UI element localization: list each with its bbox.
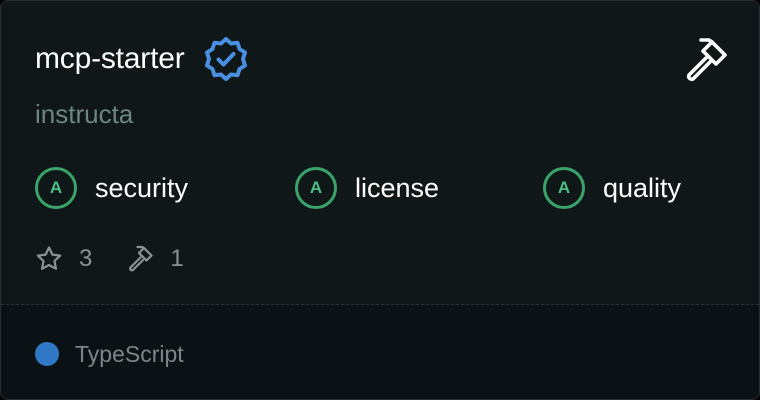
grade-badge: A <box>543 167 585 209</box>
hammer-icon <box>681 37 729 85</box>
verified-badge-icon <box>203 36 249 82</box>
grade-quality: A quality <box>543 164 681 212</box>
language-color-dot <box>35 342 59 366</box>
grade-label: quality <box>603 172 682 203</box>
stats-row: 3 1 <box>35 241 218 277</box>
stars-stat: 3 <box>35 245 92 273</box>
grade-badge: A <box>35 167 77 209</box>
card-footer: TypeScript <box>1 305 759 399</box>
stars-count: 3 <box>79 245 93 272</box>
grades-row: A security A license A quality <box>35 164 735 212</box>
language-name: TypeScript <box>75 340 184 367</box>
star-icon <box>36 246 62 270</box>
grade-label: security <box>95 172 189 203</box>
grade-license: A license <box>295 164 439 212</box>
tools-count: 1 <box>170 245 184 272</box>
server-card[interactable]: mcp-starter instructa A security A licen… <box>0 0 760 400</box>
language: TypeScript <box>35 339 184 369</box>
server-title[interactable]: mcp-starter <box>35 42 185 76</box>
grade-label: license <box>355 172 440 203</box>
grade-badge: A <box>295 167 337 209</box>
owner-name[interactable]: instructa <box>35 99 133 130</box>
title-row: mcp-starter <box>35 37 249 81</box>
tools-stat: 1 <box>126 245 184 273</box>
hammer-icon <box>129 245 153 272</box>
grade-security: A security <box>35 164 188 212</box>
